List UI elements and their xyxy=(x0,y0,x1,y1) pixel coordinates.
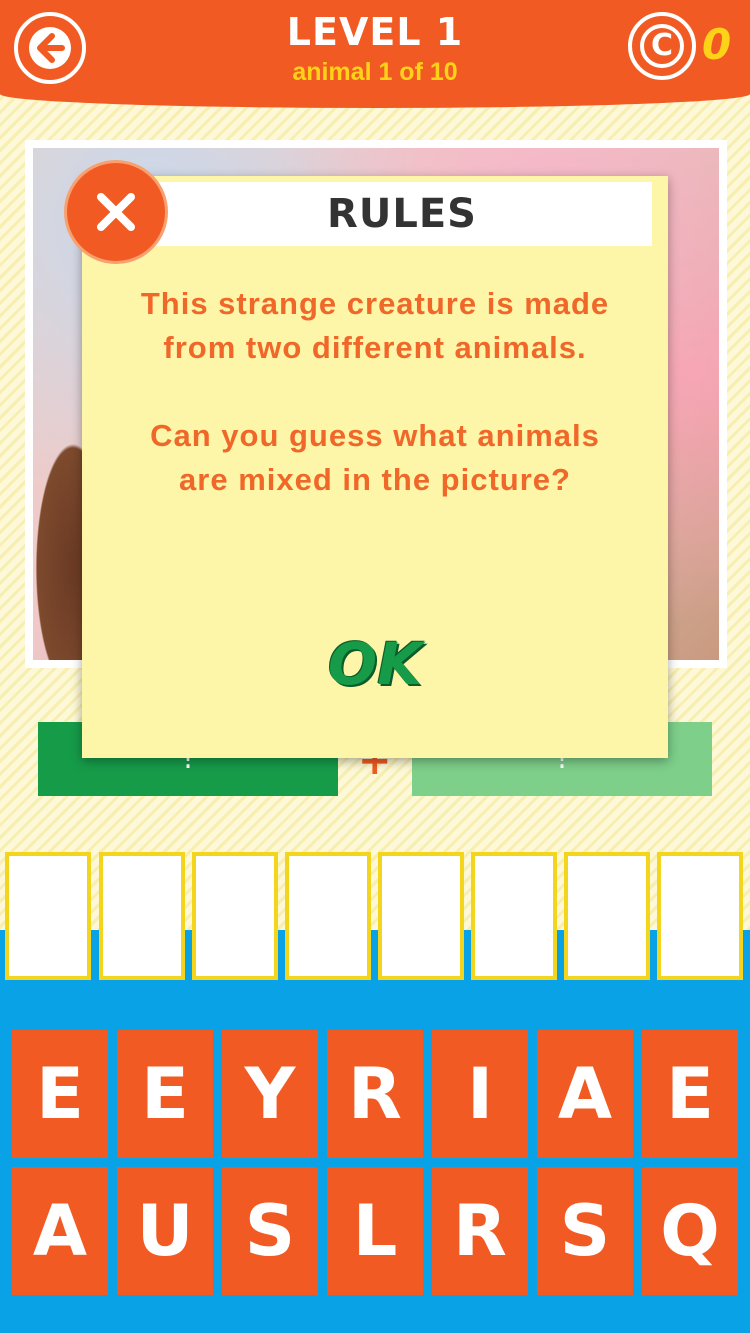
close-icon xyxy=(97,193,135,231)
ok-button[interactable]: OK xyxy=(320,624,430,704)
modal-overlay: RULES This strange creature is made from… xyxy=(0,0,750,1333)
rules-dialog: RULES This strange creature is made from… xyxy=(82,176,668,758)
rules-paragraph-1: This strange creature is made from two d… xyxy=(140,286,610,365)
rules-paragraph-2: Can you guess what animals are mixed in … xyxy=(150,418,600,497)
close-button[interactable] xyxy=(64,160,168,264)
rules-title: RULES xyxy=(152,182,652,246)
rules-text: This strange creature is made from two d… xyxy=(122,282,628,502)
